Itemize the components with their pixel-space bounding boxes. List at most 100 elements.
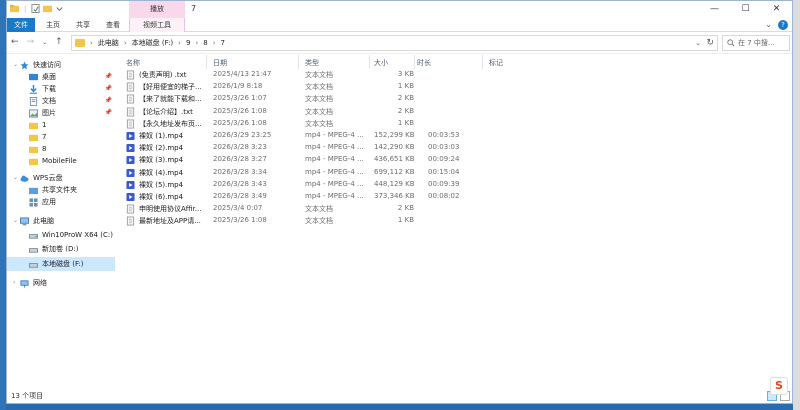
file-duration: 00:03:53: [428, 130, 460, 139]
column-divider[interactable]: [482, 55, 483, 69]
close-button[interactable]: ✕: [761, 1, 792, 18]
nav-label: 新加卷 (D:): [42, 245, 79, 253]
tab-share[interactable]: 共享: [69, 18, 97, 32]
expand-arrow-icon[interactable]: ⌄: [13, 172, 20, 184]
pin-icon[interactable]: 📌: [105, 95, 112, 107]
tab-view[interactable]: 查看: [99, 18, 127, 32]
nav-item-folder-8[interactable]: 8: [7, 143, 115, 155]
file-row[interactable]: 【好用便宜的梯子... 2026/1/9 8:18 文本文档 1 KB: [119, 81, 792, 93]
file-row[interactable]: 裸奴 (2).mp4 2026/3/28 3:23 mp4 - MPEG-4 ...…: [119, 142, 792, 154]
pin-icon[interactable]: 📌: [105, 107, 112, 119]
breadcrumb-this-pc[interactable]: 此电脑: [98, 38, 119, 48]
minimize-button[interactable]: —: [699, 1, 730, 18]
file-row[interactable]: 申明使用协议Affir... 2025/3/4 0:07 文本文档 2 KB: [119, 203, 792, 215]
new-folder-icon[interactable]: [43, 4, 53, 13]
column-divider[interactable]: [369, 55, 370, 69]
file-row[interactable]: 裸奴 (6).mp4 2026/3/28 3:49 mp4 - MPEG-4 ...…: [119, 191, 792, 203]
nav-item-pictures[interactable]: 图片 📌: [7, 107, 115, 119]
nav-item-desktop[interactable]: 桌面 📌: [7, 71, 115, 83]
file-name: (免责声明) .txt: [139, 71, 187, 79]
properties-icon[interactable]: [31, 4, 40, 13]
explorer-window: | 播放 7 — ☐ ✕ 文件 主页 共享 查看 视频工具 ⌄ ? ← → ⌄ …: [6, 0, 793, 404]
file-row[interactable]: 【论坛介绍】.txt 2025/3/26 1:08 文本文档 2 KB: [119, 106, 792, 118]
recent-locations-icon[interactable]: ⌄: [42, 39, 47, 46]
column-divider[interactable]: [414, 55, 415, 69]
breadcrumb-9[interactable]: 9: [186, 39, 190, 47]
file-date: 2026/1/9 8:18: [213, 82, 263, 91]
nav-item-folder-1[interactable]: 1: [7, 119, 115, 131]
file-row[interactable]: 裸奴 (3).mp4 2026/3/28 3:27 mp4 - MPEG-4 ...…: [119, 154, 792, 166]
pin-icon[interactable]: 📌: [105, 71, 112, 83]
column-type[interactable]: 类型: [305, 58, 319, 68]
file-size: 1 KB: [397, 216, 414, 225]
chevron-right-icon[interactable]: ›: [195, 39, 198, 47]
video-file-icon: [126, 144, 135, 153]
file-duration: 00:15:04: [428, 167, 460, 176]
file-row[interactable]: 【来了就能下载和... 2025/3/26 1:07 文本文档 2 KB: [119, 93, 792, 105]
back-arrow-icon[interactable]: ←: [11, 37, 19, 47]
file-row[interactable]: 裸奴 (1).mp4 2026/3/29 23:25 mp4 - MPEG-4 ..…: [119, 130, 792, 142]
file-type: 文本文档: [305, 217, 333, 226]
column-divider[interactable]: [298, 55, 299, 69]
nav-label: 桌面: [42, 73, 56, 81]
file-row[interactable]: 裸奴 (4).mp4 2026/3/28 3:34 mp4 - MPEG-4 ...…: [119, 167, 792, 179]
file-duration: 00:09:39: [428, 179, 460, 188]
file-name: 裸奴 (5).mp4: [139, 180, 184, 189]
ime-tray-icon[interactable]: S: [770, 377, 788, 395]
file-row[interactable]: 【永久地址发布页... 2025/3/26 1:08 文本文档 1 KB: [119, 118, 792, 130]
nav-wps-cloud[interactable]: ⌄ WPS云盘: [7, 172, 115, 184]
tab-home[interactable]: 主页: [39, 18, 67, 32]
file-row[interactable]: 最新地址及APP请... 2025/3/26 1:08 文本文档 1 KB: [119, 215, 792, 227]
expand-ribbon-icon[interactable]: ⌄: [765, 20, 772, 30]
customize-qat-icon[interactable]: [55, 4, 64, 13]
nav-item-drive-c[interactable]: Win10ProW X64 (C:): [7, 229, 115, 241]
column-size[interactable]: 大小: [374, 58, 388, 68]
nav-network[interactable]: › 网络: [7, 277, 115, 289]
column-divider[interactable]: [206, 55, 207, 69]
nav-item-drive-d[interactable]: 新加卷 (D:): [7, 243, 115, 255]
file-type: mp4 - MPEG-4 ...: [305, 179, 364, 188]
nav-item-downloads[interactable]: 下载 📌: [7, 83, 115, 95]
nav-item-shared-folder[interactable]: 共享文件夹: [7, 184, 115, 196]
column-date[interactable]: 日期: [213, 58, 227, 68]
expand-arrow-icon[interactable]: ›: [13, 277, 20, 289]
search-box[interactable]: 在 7 中搜...: [722, 35, 790, 51]
address-dropdown-icon[interactable]: ⌄: [695, 39, 701, 47]
forward-arrow-icon[interactable]: →: [27, 37, 35, 47]
maximize-button[interactable]: ☐: [730, 1, 761, 18]
breadcrumb-8[interactable]: 8: [203, 39, 207, 47]
file-row[interactable]: 裸奴 (5).mp4 2026/3/28 3:43 mp4 - MPEG-4 ...…: [119, 179, 792, 191]
column-name[interactable]: 名称: [126, 58, 140, 68]
breadcrumb-drive-f[interactable]: 本地磁盘 (F:): [132, 38, 174, 48]
help-icon[interactable]: ?: [778, 20, 788, 30]
nav-item-mobilefile[interactable]: MobileFile: [7, 155, 115, 167]
file-row[interactable]: (免责声明) .txt 2025/4/13 21:47 文本文档 3 KB: [119, 69, 792, 81]
chevron-right-icon[interactable]: ›: [178, 39, 181, 47]
nav-item-folder-7[interactable]: 7: [7, 131, 115, 143]
column-tags[interactable]: 标记: [489, 58, 503, 68]
file-date: 2025/3/26 1:08: [213, 216, 267, 225]
drive-icon: [29, 262, 38, 268]
nav-item-apps[interactable]: 应用: [7, 196, 115, 208]
nav-this-pc[interactable]: ⌄ 此电脑: [7, 215, 115, 227]
expand-arrow-icon[interactable]: ⌄: [13, 59, 20, 71]
ribbon-right-controls: ⌄ ?: [765, 20, 788, 30]
chevron-right-icon[interactable]: ›: [213, 39, 216, 47]
file-duration: 00:03:03: [428, 143, 460, 152]
chevron-right-icon[interactable]: ›: [124, 39, 127, 47]
breadcrumb-7[interactable]: 7: [221, 39, 225, 47]
address-bar[interactable]: › 此电脑 › 本地磁盘 (F:) › 9 › 8 › 7 ⌄ ↻: [71, 35, 718, 51]
nav-item-documents[interactable]: 文档 📌: [7, 95, 115, 107]
download-icon: [29, 84, 38, 94]
nav-quick-access[interactable]: ⌄ 快速访问: [7, 59, 115, 71]
tab-video-tools[interactable]: 视频工具: [129, 18, 185, 32]
expand-arrow-icon[interactable]: ⌄: [13, 215, 20, 227]
nav-item-drive-f[interactable]: 本地磁盘 (F:): [7, 257, 115, 271]
chevron-right-icon[interactable]: ›: [90, 39, 93, 47]
refresh-icon[interactable]: ↻: [706, 38, 714, 48]
file-size: 373,346 KB: [374, 191, 415, 200]
column-duration[interactable]: 时长: [417, 58, 431, 68]
pin-icon[interactable]: 📌: [105, 83, 112, 95]
up-arrow-icon[interactable]: ↑: [55, 37, 63, 47]
tab-file[interactable]: 文件: [7, 18, 35, 32]
